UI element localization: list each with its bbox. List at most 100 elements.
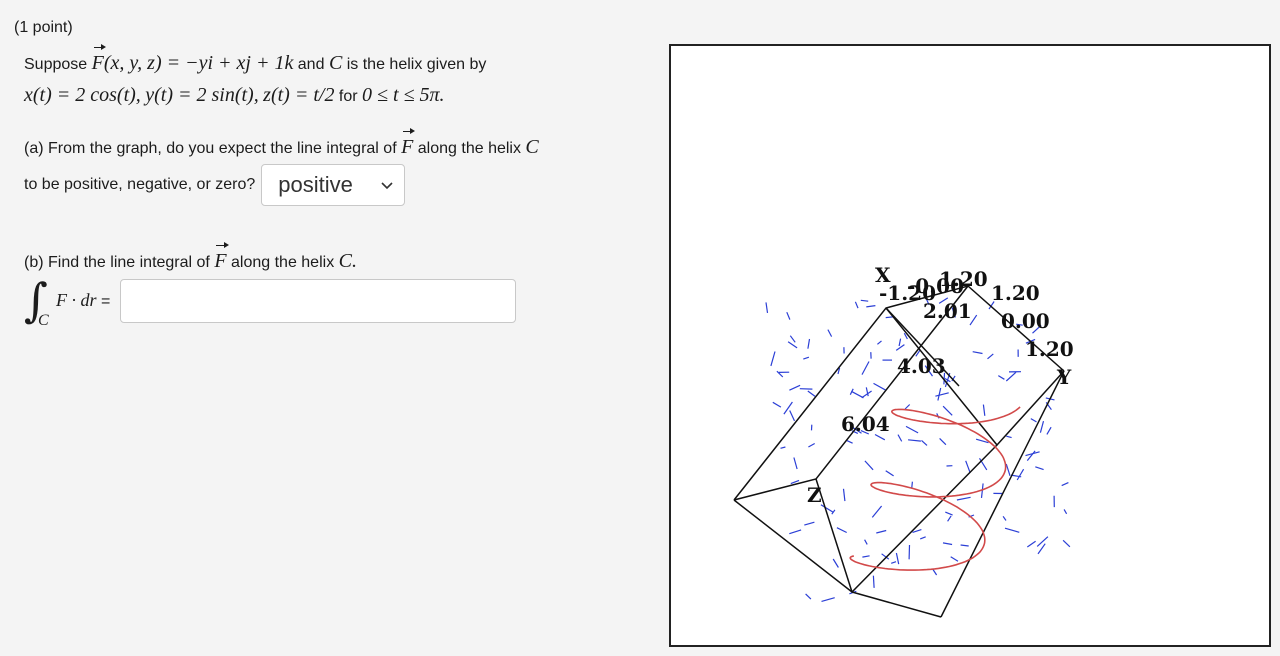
param-y: y(t) = 2 sin(t), [145, 84, 259, 106]
axis-label-y: Y [1056, 365, 1072, 389]
field-arrow [1061, 482, 1069, 487]
param-z: z(t) = t/2 [263, 84, 335, 106]
field-arrow [864, 460, 874, 471]
field-arrow [821, 597, 835, 602]
field-arrow [965, 460, 971, 474]
param-x: x(t) = 2 cos(t), [24, 84, 141, 106]
field-arrow [937, 387, 942, 401]
axis-label-z: Z [807, 483, 822, 507]
field-arrow [1006, 435, 1012, 439]
problem-page: (1 point) Suppose F(x, y, z) = −yi + xj … [0, 0, 1280, 656]
part-b-question: (b) Find the line integral of F along th… [24, 242, 644, 278]
field-arrow [932, 569, 938, 576]
field-arrow [972, 351, 983, 355]
field-arrow [864, 539, 868, 545]
field-arrow [911, 481, 913, 488]
field-arrow [935, 392, 949, 397]
field-arrow [997, 375, 1005, 380]
field-arrow [1030, 418, 1037, 423]
field-arrow [780, 446, 786, 449]
field-arrow [919, 536, 926, 540]
field-arrow [904, 404, 911, 410]
field-arrow [1004, 527, 1020, 533]
integral-sign: ∫ C [24, 273, 49, 329]
vector-F: F [214, 242, 229, 276]
field-arrow [1016, 468, 1025, 481]
box-frame [733, 284, 1065, 618]
field-arrow [836, 527, 847, 534]
tick-label-z-1: 2.01 [923, 299, 972, 323]
field-arrow [808, 442, 815, 448]
field-arrow [807, 338, 811, 349]
field-arrow [770, 351, 776, 367]
field-arrow [861, 361, 870, 375]
field-arrow [885, 470, 894, 477]
field-arrow [765, 302, 769, 313]
field-arrow [1026, 540, 1036, 548]
field-arrow [789, 529, 802, 535]
tick-label-x-3: 1.20 [939, 267, 988, 291]
param-range: 0 ≤ t ≤ 5π. [362, 84, 445, 106]
field-arrow [1046, 426, 1052, 435]
field-arrow [789, 384, 801, 391]
field-arrow [960, 544, 969, 547]
axis-tick-labels: -1.20 -0.00 1.20 2.01 4.03 6.04 1.20 0.0… [807, 263, 1074, 507]
tick-label-z-2: 4.03 [897, 354, 946, 378]
field-arrow [987, 353, 994, 360]
field-arrow [905, 425, 919, 434]
field-arrow [876, 529, 887, 534]
field-arrow [982, 404, 986, 416]
field-arrow [793, 457, 798, 470]
field-arrow [851, 390, 864, 399]
field-arrow [871, 505, 883, 518]
field-arrow [862, 555, 870, 558]
field-arrow [873, 382, 887, 391]
vector-F: F [401, 128, 416, 162]
field-arrow [854, 301, 859, 309]
tick-label-y-3: 1.20 [1025, 337, 1074, 361]
helix-vector-field-graph: -1.20 -0.00 1.20 2.01 4.03 6.04 1.20 0.0… [669, 44, 1271, 647]
curve-symbol: C [525, 136, 539, 158]
graph-canvas: -1.20 -0.00 1.20 2.01 4.03 6.04 1.20 0.0… [733, 263, 1074, 618]
field-arrow [789, 410, 796, 422]
field-arrow [1005, 371, 1017, 382]
curve-symbol: C [328, 52, 343, 74]
field-arrow [877, 340, 882, 345]
field-arrow [787, 341, 798, 349]
field-expression: (x, y, z) = −yi + xj + 1k [103, 52, 294, 74]
field-arrow [947, 515, 952, 522]
field-arrow [1063, 509, 1068, 515]
field-arrow [842, 488, 846, 502]
field-arrow [861, 390, 872, 399]
field-arrow [807, 390, 816, 397]
vector-F: F [92, 44, 107, 78]
sign-select[interactable]: positive [261, 164, 406, 206]
tick-label-z-3: 6.04 [841, 412, 890, 436]
field-arrow [1039, 420, 1045, 433]
field-arrow [950, 556, 959, 562]
field-arrow [895, 552, 900, 565]
field-arrow [1036, 536, 1049, 547]
field-arrow [1035, 466, 1044, 471]
field-arrow [1026, 450, 1036, 461]
chevron-down-icon [381, 182, 393, 190]
tick-label-y-1: 1.20 [991, 281, 1040, 305]
sign-select-value: positive [278, 172, 353, 197]
problem-line-1: Suppose F(x, y, z) = −yi + xj + 1k and C… [24, 44, 644, 80]
problem-line-2: x(t) = 2 cos(t), y(t) = 2 sin(t), z(t) =… [24, 84, 445, 106]
field-arrow [921, 439, 928, 446]
field-arrow [1062, 539, 1071, 548]
field-arrow [939, 437, 947, 446]
field-arrow [789, 335, 796, 343]
field-arrow [1002, 515, 1007, 521]
line-integral-answer-input[interactable] [120, 279, 517, 323]
field-arrow [942, 542, 953, 546]
field-arrow [945, 511, 953, 516]
field-arrow [832, 558, 839, 568]
field-arrow [804, 521, 815, 526]
part-a-answer-row: to be positive, negative, or zero? posit… [24, 164, 644, 206]
field-arrow [803, 356, 810, 360]
field-arrow [908, 439, 921, 442]
field-arrow [897, 434, 903, 442]
field-arrow [898, 338, 902, 347]
